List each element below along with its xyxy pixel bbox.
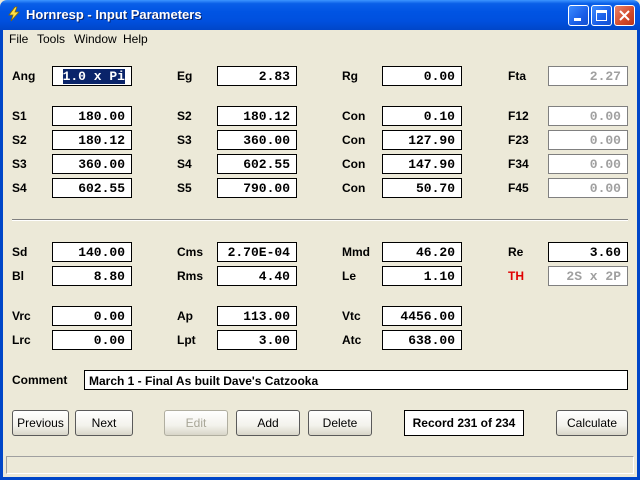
cms-field[interactable]: 2.70E-04: [217, 242, 297, 262]
th-label: TH: [508, 269, 524, 283]
th-field: 2S x 2P: [548, 266, 628, 286]
atc-field[interactable]: 638.00: [382, 330, 462, 350]
s2-end-field[interactable]: 180.12: [217, 106, 297, 126]
le-label: Le: [342, 269, 357, 283]
mmd-label: Mmd: [342, 245, 370, 259]
con3-field[interactable]: 147.90: [382, 154, 462, 174]
hornresp-window: Hornresp - Input Parameters File Tools W…: [0, 0, 640, 480]
rg-field[interactable]: 0.00: [382, 66, 462, 86]
maximize-button[interactable]: [591, 5, 612, 26]
con4-field[interactable]: 50.70: [382, 178, 462, 198]
con1-label: Con: [342, 109, 366, 123]
eg-label: Eg: [177, 69, 193, 83]
fta-field: 2.27: [548, 66, 628, 86]
s5-field[interactable]: 790.00: [217, 178, 297, 198]
maximize-icon: [596, 10, 607, 21]
atc-label: Atc: [342, 333, 362, 347]
s2-end-label: S2: [177, 109, 192, 123]
cms-label: Cms: [177, 245, 204, 259]
f34-label: F34: [508, 157, 529, 171]
ang-field[interactable]: 1.0 x Pi: [52, 66, 132, 86]
s4-field[interactable]: 602.55: [52, 178, 132, 198]
hornresp-app-icon: [8, 6, 20, 22]
rms-label: Rms: [177, 269, 204, 283]
next-button[interactable]: Next: [75, 410, 133, 436]
menu-tools[interactable]: Tools: [37, 32, 65, 46]
sd-field[interactable]: 140.00: [52, 242, 132, 262]
con2-field[interactable]: 127.90: [382, 130, 462, 150]
f34-field: 0.00: [548, 154, 628, 174]
status-bar: [6, 456, 634, 474]
record-counter: Record 231 of 234: [404, 410, 524, 436]
eg-field[interactable]: 2.83: [217, 66, 297, 86]
close-button[interactable]: [614, 5, 635, 26]
bl-field[interactable]: 8.80: [52, 266, 132, 286]
s3-end-field[interactable]: 360.00: [217, 130, 297, 150]
f23-field: 0.00: [548, 130, 628, 150]
f23-label: F23: [508, 133, 529, 147]
fta-label: Fta: [508, 69, 526, 83]
con4-label: Con: [342, 181, 366, 195]
rg-label: Rg: [342, 69, 358, 83]
minimize-button[interactable]: [568, 5, 589, 26]
comment-label: Comment: [12, 373, 68, 387]
window-title: Hornresp - Input Parameters: [26, 7, 202, 22]
mmd-field[interactable]: 46.20: [382, 242, 462, 262]
sd-label: Sd: [12, 245, 28, 259]
lrc-label: Lrc: [12, 333, 31, 347]
s3-label: S3: [12, 157, 27, 171]
s5-label: S5: [177, 181, 192, 195]
vtc-label: Vtc: [342, 309, 361, 323]
menu-help[interactable]: Help: [123, 32, 148, 46]
ang-value: 1.0 x Pi: [62, 69, 125, 84]
s4-label: S4: [12, 181, 27, 195]
vtc-field[interactable]: 4456.00: [382, 306, 462, 326]
s3-field[interactable]: 360.00: [52, 154, 132, 174]
menu-window[interactable]: Window: [74, 32, 117, 46]
s3-end-label: S3: [177, 133, 192, 147]
section-divider: [12, 219, 628, 221]
con2-label: Con: [342, 133, 366, 147]
f12-label: F12: [508, 109, 529, 123]
s4-end-field[interactable]: 602.55: [217, 154, 297, 174]
menu-file[interactable]: File: [9, 32, 28, 46]
ap-field[interactable]: 113.00: [217, 306, 297, 326]
s1-field[interactable]: 180.00: [52, 106, 132, 126]
delete-button[interactable]: Delete: [308, 410, 372, 436]
edit-button: Edit: [164, 410, 228, 436]
f12-field: 0.00: [548, 106, 628, 126]
s1-label: S1: [12, 109, 27, 123]
re-field[interactable]: 3.60: [548, 242, 628, 262]
lpt-label: Lpt: [177, 333, 196, 347]
vrc-field[interactable]: 0.00: [52, 306, 132, 326]
lrc-field[interactable]: 0.00: [52, 330, 132, 350]
s2-label: S2: [12, 133, 27, 147]
previous-button[interactable]: Previous: [12, 410, 69, 436]
re-label: Re: [508, 245, 524, 259]
con1-field[interactable]: 0.10: [382, 106, 462, 126]
le-field[interactable]: 1.10: [382, 266, 462, 286]
minimize-icon: [574, 18, 581, 21]
vrc-label: Vrc: [12, 309, 31, 323]
f45-label: F45: [508, 181, 529, 195]
menu-bar: File Tools Window Help: [3, 30, 637, 48]
rms-field[interactable]: 4.40: [217, 266, 297, 286]
f45-field: 0.00: [548, 178, 628, 198]
s2-field[interactable]: 180.12: [52, 130, 132, 150]
bl-label: Bl: [12, 269, 24, 283]
close-icon: [619, 10, 630, 21]
add-button[interactable]: Add: [236, 410, 300, 436]
ang-label: Ang: [12, 69, 36, 83]
calculate-button[interactable]: Calculate: [556, 410, 628, 436]
s4-end-label: S4: [177, 157, 192, 171]
title-bar[interactable]: Hornresp - Input Parameters: [0, 0, 640, 30]
ap-label: Ap: [177, 309, 193, 323]
con3-label: Con: [342, 157, 366, 171]
comment-field[interactable]: March 1 - Final As built Dave's Catzooka: [84, 370, 628, 390]
lpt-field[interactable]: 3.00: [217, 330, 297, 350]
